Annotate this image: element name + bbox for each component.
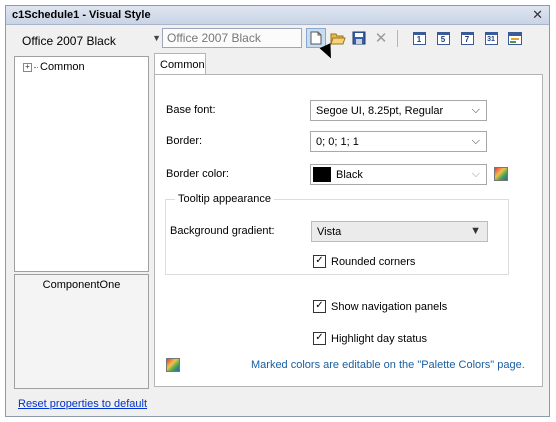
month-view-icon[interactable]: 31 [481,28,501,48]
border-color-label: Border color: [166,168,229,180]
chevron-down-icon: ⌵ [471,135,480,147]
settings-tree: + Common [14,56,149,272]
background-gradient-label: Background gradient: [170,225,275,237]
week-view-icon[interactable]: 7 [457,28,477,48]
background-gradient-select[interactable]: Vista ▼ [311,221,488,242]
tree-item-common[interactable]: + Common [23,61,85,73]
palette-color-icon[interactable] [494,167,508,181]
check-icon: ✓ [313,300,326,313]
day-view-icon[interactable]: 1 [409,28,429,48]
common-tab-page: Base font: Segoe UI, 8.25pt, Regular ⌵ B… [154,74,543,387]
color-swatch [313,167,331,182]
style-select-value: Office 2007 Black [22,34,116,48]
componentone-logo: ComponentOne [14,274,149,389]
show-navigation-panels-checkbox[interactable]: ✓ Show navigation panels [313,300,447,313]
new-icon[interactable] [306,28,326,48]
background-gradient-value: Vista [317,226,342,238]
rounded-corners-checkbox[interactable]: ✓ Rounded corners [313,255,415,268]
base-font-value: Segoe UI, 8.25pt, Regular [316,105,444,117]
close-icon[interactable]: ✕ [532,7,543,23]
save-icon[interactable] [349,28,369,48]
timeline-view-icon[interactable] [505,28,525,48]
palette-color-icon [166,358,180,372]
tab-label: Common [160,59,205,71]
style-name-input-box[interactable] [162,28,302,48]
border-color-select[interactable]: Black ⌵ [310,164,487,185]
toolbar: Office 2007 Black ▼ ✕ 1 5 7 31 [6,25,549,53]
tab-common[interactable]: Common [154,53,206,75]
visual-style-dialog: c1Schedule1 - Visual Style ✕ Office 2007… [5,5,550,417]
tree-item-label: Common [40,61,85,73]
rounded-corners-label: Rounded corners [331,255,416,268]
reset-properties-link[interactable]: Reset properties to default [18,398,147,410]
base-font-label: Base font: [166,104,216,116]
border-select[interactable]: 0; 0; 1; 1 ⌵ [310,131,487,152]
delete-icon[interactable]: ✕ [371,28,391,48]
toolbar-separator [397,30,398,47]
border-value: 0; 0; 1; 1 [316,136,359,148]
title-bar: c1Schedule1 - Visual Style ✕ [6,6,549,25]
style-select[interactable]: Office 2007 Black ▼ [14,29,162,50]
expand-icon[interactable]: + [23,62,32,72]
style-name-input[interactable] [167,30,297,46]
tooltip-appearance-group: Tooltip appearance Background gradient: … [165,193,509,275]
chevron-down-icon: ▼ [152,33,161,43]
highlight-day-status-checkbox[interactable]: ✓ Highlight day status [313,332,427,345]
show-navigation-panels-label: Show navigation panels [331,300,448,313]
border-color-value: Black [336,169,363,181]
tree-connector [34,66,38,68]
window-title: c1Schedule1 - Visual Style [12,9,151,21]
check-icon: ✓ [313,332,326,345]
chevron-down-icon: ⌵ [471,104,480,116]
tooltip-appearance-legend: Tooltip appearance [175,193,274,205]
logo-label: ComponentOne [42,279,121,291]
check-icon: ✓ [313,255,326,268]
work-week-view-icon[interactable]: 5 [433,28,453,48]
chevron-down-icon: ▼ [470,225,481,237]
border-label: Border: [166,135,203,147]
chevron-down-icon: ⌵ [471,168,480,180]
base-font-select[interactable]: Segoe UI, 8.25pt, Regular ⌵ [310,100,487,121]
highlight-day-status-label: Highlight day status [331,332,427,345]
palette-colors-note: Marked colors are editable on the "Palet… [251,359,525,371]
